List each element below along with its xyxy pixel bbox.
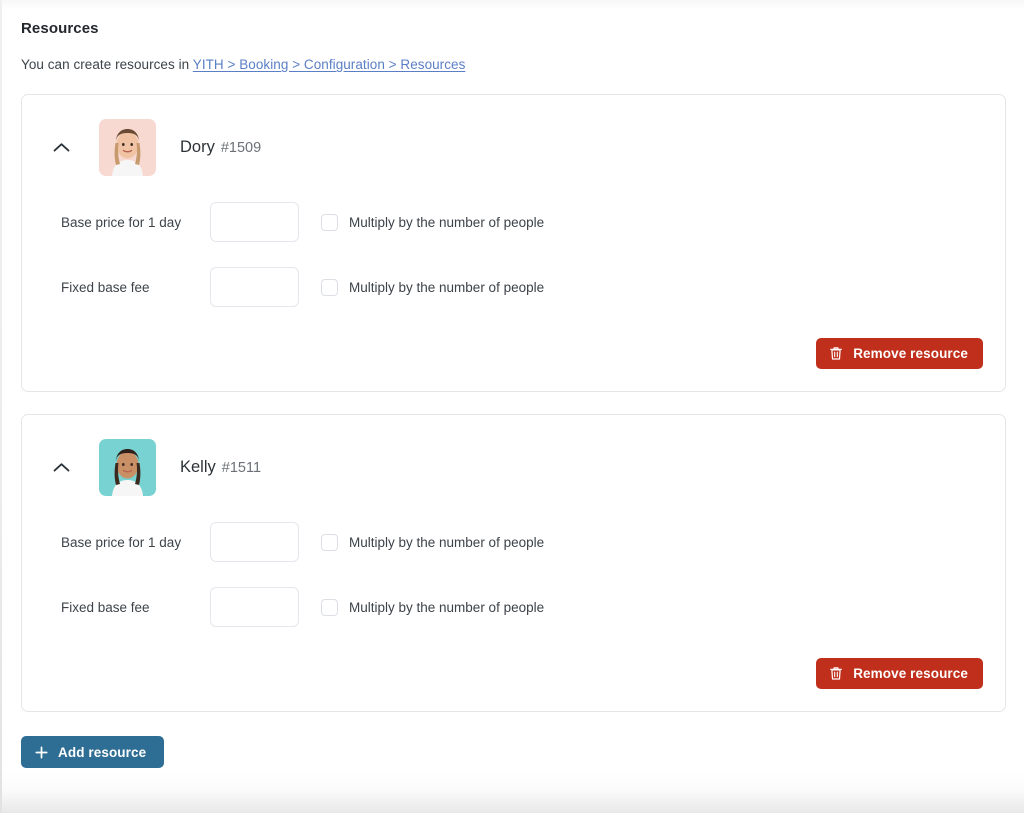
fixed-fee-multiply-label[interactable]: Multiply by the number of people (349, 600, 544, 615)
fixed-fee-input[interactable] (210, 587, 299, 627)
avatar-image (99, 119, 156, 176)
base-price-multiply-checkbox[interactable] (321, 534, 338, 551)
resource-card: Dory #1509 Base price for 1 day Multiply by… (21, 94, 1006, 392)
avatar-image (99, 439, 156, 496)
base-price-row: Base price for 1 day Multiply by the numb… (61, 199, 983, 245)
fixed-fee-multiply-checkbox[interactable] (321, 599, 338, 616)
base-price-multiply-label[interactable]: Multiply by the number of people (349, 215, 544, 230)
remove-resource-label: Remove resource (853, 346, 968, 361)
fixed-fee-input[interactable] (210, 267, 299, 307)
resource-name-text: Dory (180, 138, 215, 157)
resource-name: Kelly #1511 (180, 458, 261, 477)
fixed-fee-row: Fixed base fee Multiply by the number of … (61, 264, 983, 310)
base-price-row: Base price for 1 day Multiply by the numb… (61, 519, 983, 565)
plus-icon (35, 746, 48, 759)
base-price-multiply-group: Multiply by the number of people (321, 534, 544, 551)
resource-fields: Base price for 1 day Multiply by the numb… (42, 199, 983, 310)
remove-resource-label: Remove resource (853, 666, 968, 681)
base-price-label: Base price for 1 day (61, 215, 210, 230)
add-resource-button[interactable]: Add resource (21, 736, 164, 768)
avatar (99, 119, 156, 176)
base-price-multiply-checkbox[interactable] (321, 214, 338, 231)
trash-icon (829, 666, 843, 681)
section-description: You can create resources in YITH > Booki… (21, 57, 1006, 72)
resource-card-actions: Remove resource (42, 658, 983, 689)
resource-card-list: Dory #1509 Base price for 1 day Multiply by… (21, 94, 1006, 712)
collapse-toggle-button[interactable] (44, 450, 78, 484)
resource-card: Kelly #1511 Base price for 1 day Multiply b… (21, 414, 1006, 712)
resource-id: #1511 (222, 460, 261, 476)
resource-fields: Base price for 1 day Multiply by the numb… (42, 519, 983, 630)
base-price-multiply-label[interactable]: Multiply by the number of people (349, 535, 544, 550)
page-title: Resources (21, 0, 1006, 37)
configuration-resources-link[interactable]: YITH > Booking > Configuration > Resourc… (193, 57, 466, 72)
fixed-fee-label: Fixed base fee (61, 280, 210, 295)
trash-icon (829, 346, 843, 361)
collapse-toggle-button[interactable] (44, 130, 78, 164)
remove-resource-button[interactable]: Remove resource (816, 338, 983, 369)
add-resource-bar: Add resource (21, 736, 1006, 768)
chevron-up-icon (53, 462, 70, 473)
resource-id: #1509 (221, 140, 261, 156)
chevron-up-icon (53, 142, 70, 153)
fixed-fee-multiply-label[interactable]: Multiply by the number of people (349, 280, 544, 295)
fixed-fee-multiply-checkbox[interactable] (321, 279, 338, 296)
base-price-multiply-group: Multiply by the number of people (321, 214, 544, 231)
section-description-text: You can create resources in (21, 57, 193, 72)
resource-name-text: Kelly (180, 458, 216, 477)
fixed-fee-multiply-group: Multiply by the number of people (321, 599, 544, 616)
resource-name: Dory #1509 (180, 138, 261, 157)
resource-card-actions: Remove resource (42, 338, 983, 369)
resources-content: Resources You can create resources in YI… (21, 0, 1006, 768)
base-price-input[interactable] (210, 202, 299, 242)
resources-page: Resources You can create resources in YI… (0, 0, 1024, 813)
fixed-fee-label: Fixed base fee (61, 600, 210, 615)
base-price-label: Base price for 1 day (61, 535, 210, 550)
remove-resource-button[interactable]: Remove resource (816, 658, 983, 689)
page-left-rule (0, 0, 2, 813)
fixed-fee-row: Fixed base fee Multiply by the number of … (61, 584, 983, 630)
resource-card-header: Kelly #1511 (42, 437, 983, 497)
resource-card-header: Dory #1509 (42, 117, 983, 177)
fixed-fee-multiply-group: Multiply by the number of people (321, 279, 544, 296)
base-price-input[interactable] (210, 522, 299, 562)
avatar (99, 439, 156, 496)
add-resource-label: Add resource (58, 745, 146, 760)
